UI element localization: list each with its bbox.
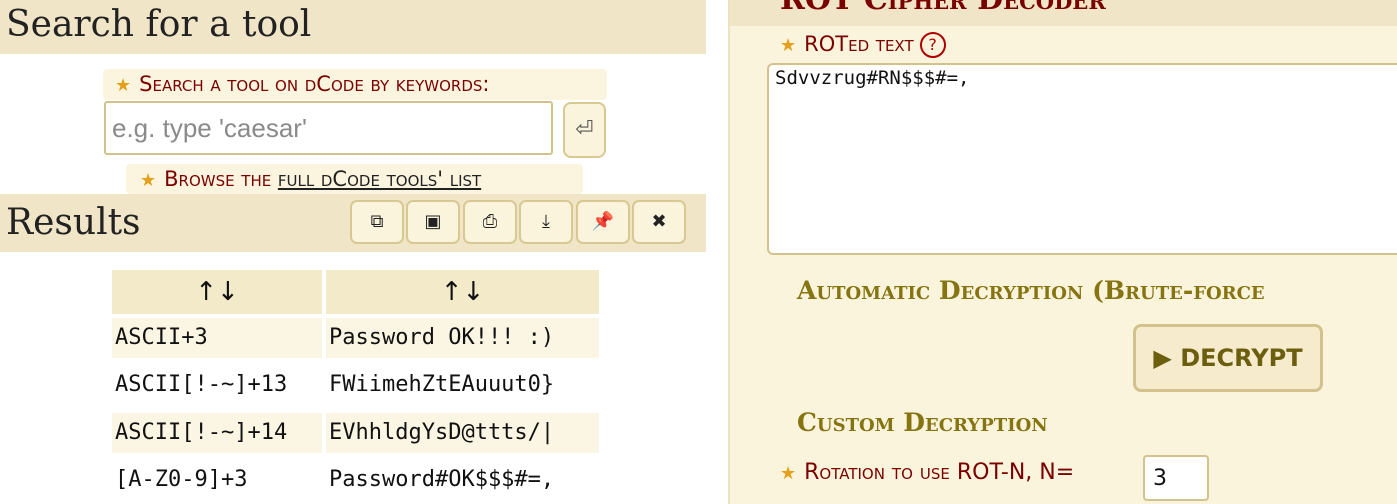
browse-tools-label: ★ Browse the full dCode tools' list bbox=[126, 164, 583, 194]
table-cell-method: [A-Z0-9]+3 bbox=[115, 467, 248, 492]
download-icon: ⤓ bbox=[542, 211, 550, 232]
browse-prefix: Browse the bbox=[164, 167, 278, 191]
search-keywords-label: ★ Search a tool on dCode by keywords: bbox=[103, 69, 607, 100]
roted-text-caption: ROTed text bbox=[804, 32, 914, 56]
table-cell-result: Password#OK$$$#=, bbox=[329, 467, 555, 492]
print-results-button[interactable]: ⎙ bbox=[463, 200, 517, 244]
search-keywords-text: Search a tool on dCode by keywords: bbox=[139, 72, 490, 96]
sort-column-2-header[interactable]: ↑↓ bbox=[326, 270, 599, 314]
sort-column-1-header[interactable]: ↑↓ bbox=[112, 270, 322, 314]
decrypt-button[interactable]: ▶ DECRYPT bbox=[1133, 324, 1323, 392]
close-icon: ✖ bbox=[651, 211, 667, 232]
star-icon: ★ bbox=[140, 170, 157, 191]
search-input[interactable] bbox=[104, 101, 553, 155]
star-icon: ★ bbox=[115, 75, 132, 96]
pin-icon: 📌 bbox=[591, 211, 615, 232]
search-submit-button[interactable]: ⏎ bbox=[563, 102, 606, 158]
left-column: Search for a tool ★ Search a tool on dCod… bbox=[0, 0, 706, 504]
help-icon[interactable]: ? bbox=[919, 32, 946, 58]
table-cell-method: ASCII+3 bbox=[112, 318, 322, 358]
table-cell-method: ASCII[!-~]+13 bbox=[115, 372, 288, 397]
roted-text-label: ★ ROTed text? bbox=[780, 32, 946, 58]
download-results-button[interactable]: ⤓ bbox=[519, 200, 573, 244]
rotation-label: ★ Rotation to use ROT-N, N= bbox=[780, 460, 1074, 485]
copy-icon: ⧉ bbox=[370, 211, 384, 232]
panel-title: ROT Cipher Decoder bbox=[780, 0, 1106, 17]
screenshot-icon: ▣ bbox=[424, 211, 442, 232]
custom-decryption-heading: Custom Decryption bbox=[797, 408, 1048, 437]
rotation-n-input[interactable] bbox=[1143, 455, 1209, 501]
table-cell-method: ASCII[!-~]+14 bbox=[112, 413, 322, 453]
star-icon: ★ bbox=[780, 463, 797, 484]
automatic-decryption-heading: Automatic Decryption (Brute-force bbox=[797, 276, 1265, 305]
table-cell-result: FWiimehZtEAuuut0} bbox=[329, 372, 555, 397]
search-section-title: Search for a tool bbox=[0, 0, 706, 54]
print-icon: ⎙ bbox=[482, 211, 498, 232]
close-results-button[interactable]: ✖ bbox=[632, 200, 686, 244]
rot-decoder-panel: ROT Cipher Decoder ★ ROTed text? Sdvvzrug… bbox=[728, 0, 1397, 504]
table-cell-result: EVhhldgYsD@ttts/| bbox=[326, 413, 599, 453]
copy-results-button[interactable]: ⧉ bbox=[350, 200, 404, 244]
pin-results-button[interactable]: 📌 bbox=[576, 200, 630, 244]
star-icon: ★ bbox=[780, 35, 797, 56]
table-cell-result: Password OK!!! :) bbox=[326, 318, 599, 358]
screenshot-results-button[interactable]: ▣ bbox=[406, 200, 460, 244]
ciphertext-input[interactable]: Sdvvzrug#RN$$$#=, bbox=[767, 63, 1397, 255]
browse-tools-link[interactable]: full dCode tools' list bbox=[278, 167, 481, 191]
rotation-caption: Rotation to use ROT-N, N= bbox=[804, 460, 1075, 485]
return-icon: ⏎ bbox=[575, 117, 594, 142]
